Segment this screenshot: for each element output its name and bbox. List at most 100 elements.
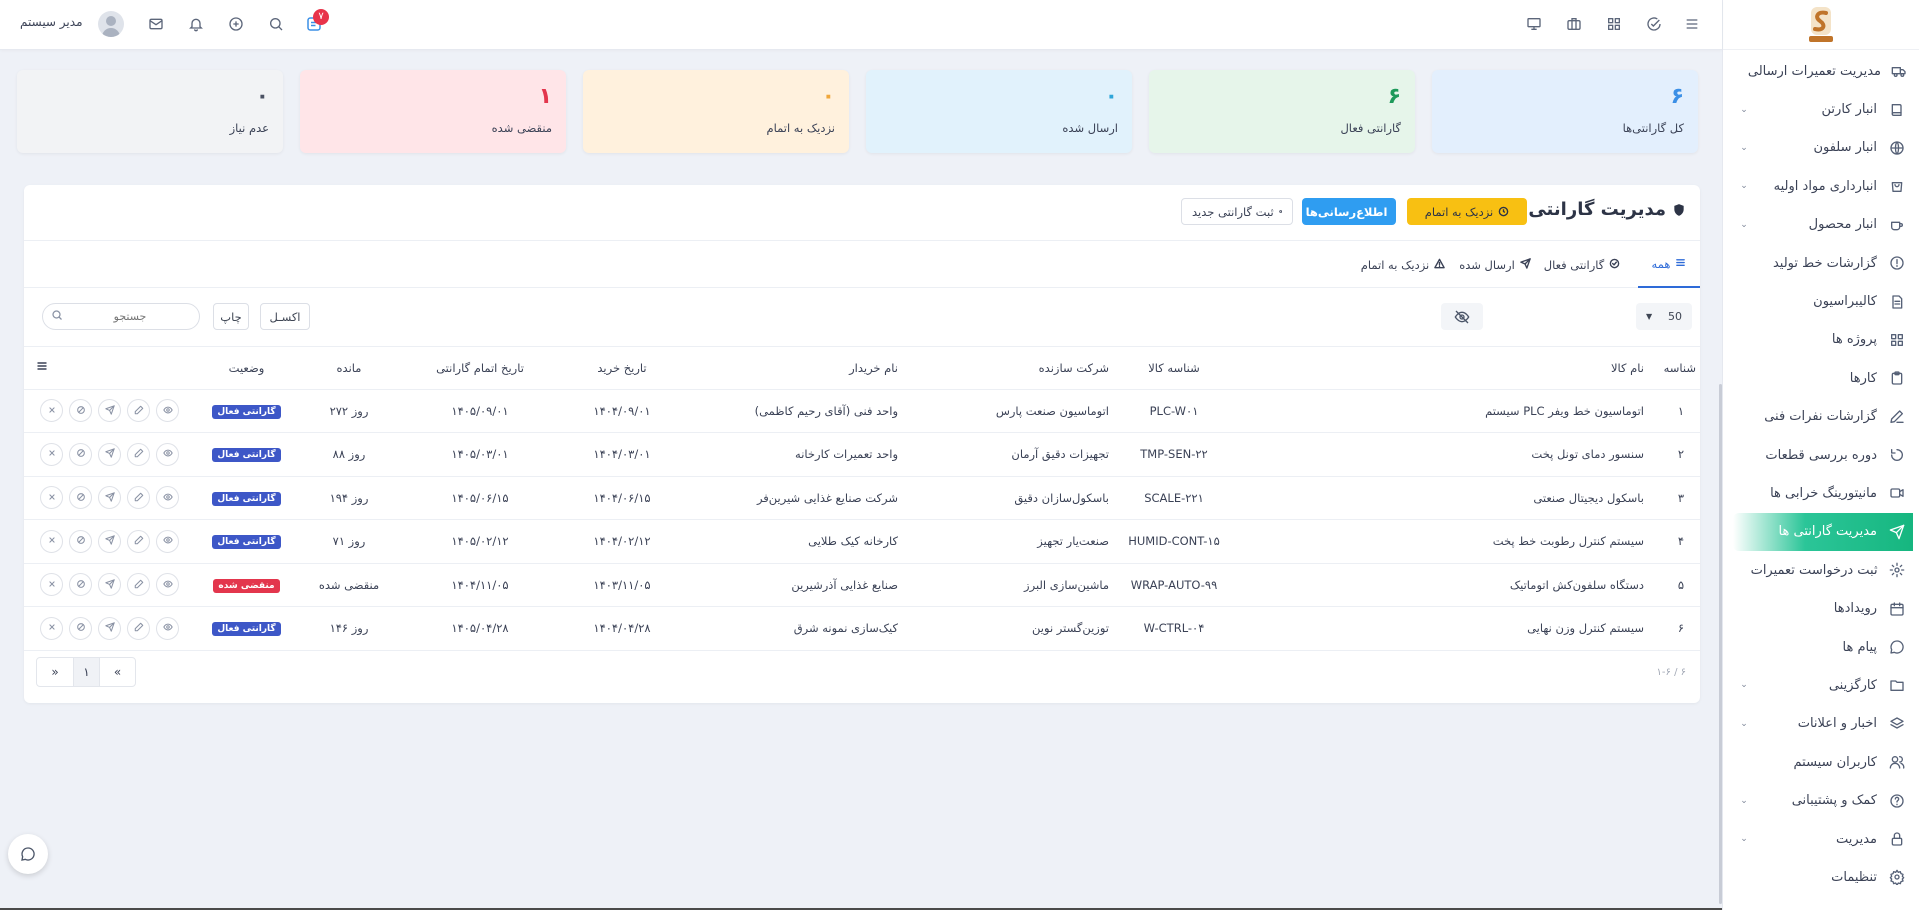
sidebar-item[interactable]: رویدادها — [1723, 589, 1919, 627]
table-row[interactable]: گارانتی فعال ۷۱ روز ۱۴۰۵/۰۲/۱۲ ۱۴۰۴/۰۲/۱۲ کا… — [24, 519, 1700, 564]
column-visibility-button[interactable] — [1441, 303, 1483, 330]
pencil-button[interactable] — [127, 529, 150, 553]
avatar[interactable] — [98, 11, 124, 37]
cell-id: ۶ — [1650, 606, 1700, 651]
sidebar-item[interactable]: انبار سلفون ⌄ — [1723, 129, 1919, 167]
pagination-next[interactable]: » — [37, 658, 73, 686]
search-icon[interactable] — [264, 12, 288, 36]
block-button[interactable] — [69, 529, 92, 553]
block-button[interactable] — [69, 573, 92, 597]
notifications-button[interactable]: اطلاع‌رسانی‌ها — [1302, 198, 1396, 225]
header-status[interactable]: وضعیت — [199, 347, 294, 390]
block-button[interactable] — [69, 442, 92, 466]
search-input[interactable] — [42, 303, 200, 330]
pagination-current[interactable]: ۱ — [73, 658, 99, 686]
print-button[interactable]: چاپ — [213, 303, 249, 330]
check-circle-icon[interactable] — [1642, 12, 1666, 36]
header-id[interactable]: شناسه — [1650, 347, 1700, 390]
table-row[interactable]: منقضی شده منقضی شده ۱۴۰۴/۱۱/۰۵ ۱۴۰۳/۱۱/۰۵ صن… — [24, 563, 1700, 607]
plus-circle-icon[interactable] — [224, 12, 248, 36]
pencil-button[interactable] — [127, 486, 150, 510]
close-button[interactable] — [40, 573, 63, 597]
chat-button[interactable] — [8, 834, 48, 874]
table-row[interactable]: گارانتی فعال ۸۸ روز ۱۴۰۵/۰۳/۰۱ ۱۴۰۴/۰۳/۰۱ وا… — [24, 432, 1700, 477]
sidebar-item[interactable]: دوره بررسی قطعات — [1723, 436, 1919, 474]
tab[interactable]: همه — [1638, 241, 1700, 288]
table-row[interactable]: گارانتی فعال ۲۷۲ روز ۱۴۰۵/۰۹/۰۱ ۱۴۰۴/۰۹/۰۱ و… — [24, 389, 1700, 433]
close-button[interactable] — [40, 442, 63, 466]
excel-button[interactable]: اکسـل — [260, 303, 310, 330]
sidebar-item[interactable]: ثبت درخواست تعمیرات — [1723, 551, 1919, 589]
sidebar-item[interactable]: انبارداری مواد اولیه ⌄ — [1723, 167, 1919, 205]
sidebar-item[interactable]: گزارشات خط تولید — [1723, 244, 1919, 282]
sidebar-item[interactable]: تنظیمات — [1723, 858, 1919, 896]
eye-button[interactable] — [156, 616, 179, 640]
header-code[interactable]: شناسه کالا — [1115, 347, 1233, 390]
tab[interactable]: ارسال شده — [1459, 241, 1531, 288]
table-row[interactable]: گارانتی فعال ۱۴۶ روز ۱۴۰۵/۰۴/۲۸ ۱۴۰۴/۰۴/۲۸ ک… — [24, 606, 1700, 651]
warranty-panel: مدیریت گارانتی کالاها نزدیک به اتمام اطل… — [24, 185, 1700, 703]
truck-icon — [1891, 61, 1907, 81]
pencil-button[interactable] — [127, 399, 150, 423]
sidebar-item[interactable]: مانیتورینگ خرابی ها — [1723, 474, 1919, 512]
sidebar-item[interactable]: انبار کارتن ⌄ — [1723, 90, 1919, 128]
hamburger-icon[interactable] — [1680, 12, 1704, 36]
close-button[interactable] — [40, 486, 63, 510]
eye-button[interactable] — [156, 529, 179, 553]
expiring-button[interactable]: نزدیک به اتمام — [1407, 198, 1527, 225]
eye-button[interactable] — [156, 486, 179, 510]
sidebar-item[interactable]: کارگزینی ⌄ — [1723, 666, 1919, 704]
sidebar-item[interactable]: انبار محصول ⌄ — [1723, 206, 1919, 244]
eye-button[interactable] — [156, 399, 179, 423]
header-maker[interactable]: شرکت سازنده — [904, 347, 1115, 390]
sidebar-item[interactable]: کاربران سیستم — [1723, 743, 1919, 781]
header-end-date[interactable]: تاریخ اتمام گارانتی — [404, 347, 556, 390]
sidebar-item[interactable]: مدیریت ⌄ — [1723, 820, 1919, 858]
sidebar-item[interactable]: کمک و پشتیبانی ⌄ — [1723, 781, 1919, 819]
header-purchase-date[interactable]: تاریخ خرید — [556, 347, 688, 390]
header-name[interactable]: نام کالا — [1233, 347, 1650, 390]
user-name[interactable]: مدیر سیستم — [20, 15, 83, 29]
tab[interactable]: نزدیک به اتمام — [1354, 241, 1452, 288]
pencil-button[interactable] — [127, 573, 150, 597]
sidebar-item[interactable]: مدیریت گارانتی ها — [1733, 512, 1913, 552]
eye-button[interactable] — [156, 573, 179, 597]
new-warranty-button[interactable]: ثبت گارانتی جدید — [1181, 198, 1293, 225]
sidebar-item[interactable]: پیام ها — [1723, 628, 1919, 666]
pagination-prev[interactable]: « — [99, 658, 135, 686]
sidebar-item[interactable]: اخبار و اعلانات ⌄ — [1723, 705, 1919, 743]
table-row[interactable]: گارانتی فعال ۱۹۴ روز ۱۴۰۵/۰۶/۱۵ ۱۴۰۴/۰۶/۱۵ ش… — [24, 476, 1700, 520]
close-button[interactable] — [40, 529, 63, 553]
send-button[interactable] — [98, 616, 121, 640]
send-button[interactable] — [98, 399, 121, 423]
send-icon — [104, 578, 115, 592]
block-button[interactable] — [69, 616, 92, 640]
page-size-select[interactable]: ▼ 50 — [1636, 303, 1692, 330]
pencil-button[interactable] — [127, 442, 150, 466]
column-menu-header[interactable] — [24, 347, 74, 390]
send-button[interactable] — [98, 442, 121, 466]
sidebar-item[interactable]: پروژه ها — [1723, 321, 1919, 359]
sidebar-item[interactable]: مدیریت تعمیرات ارسالی — [1723, 52, 1919, 90]
eye-button[interactable] — [156, 442, 179, 466]
header-remaining[interactable]: مانده — [294, 347, 404, 390]
monitor-icon[interactable] — [1522, 12, 1546, 36]
block-button[interactable] — [69, 486, 92, 510]
sidebar-scrollbar[interactable] — [1719, 384, 1722, 904]
send-button[interactable] — [98, 486, 121, 510]
grid-icon[interactable] — [1602, 12, 1626, 36]
pencil-button[interactable] — [127, 616, 150, 640]
sidebar-item[interactable]: کارها — [1723, 359, 1919, 397]
bell-icon[interactable] — [184, 12, 208, 36]
block-button[interactable] — [69, 399, 92, 423]
briefcase-icon[interactable] — [1562, 12, 1586, 36]
sidebar-item[interactable]: کالیبراسیون — [1723, 282, 1919, 320]
close-button[interactable] — [40, 399, 63, 423]
mail-icon[interactable] — [144, 12, 168, 36]
close-button[interactable] — [40, 616, 63, 640]
tab[interactable]: گارانتی فعال — [1544, 241, 1620, 288]
send-button[interactable] — [98, 529, 121, 553]
sidebar-item[interactable]: گزارشات نفرات فنی — [1723, 398, 1919, 436]
send-button[interactable] — [98, 573, 121, 597]
header-buyer[interactable]: نام خریدار — [688, 347, 904, 390]
